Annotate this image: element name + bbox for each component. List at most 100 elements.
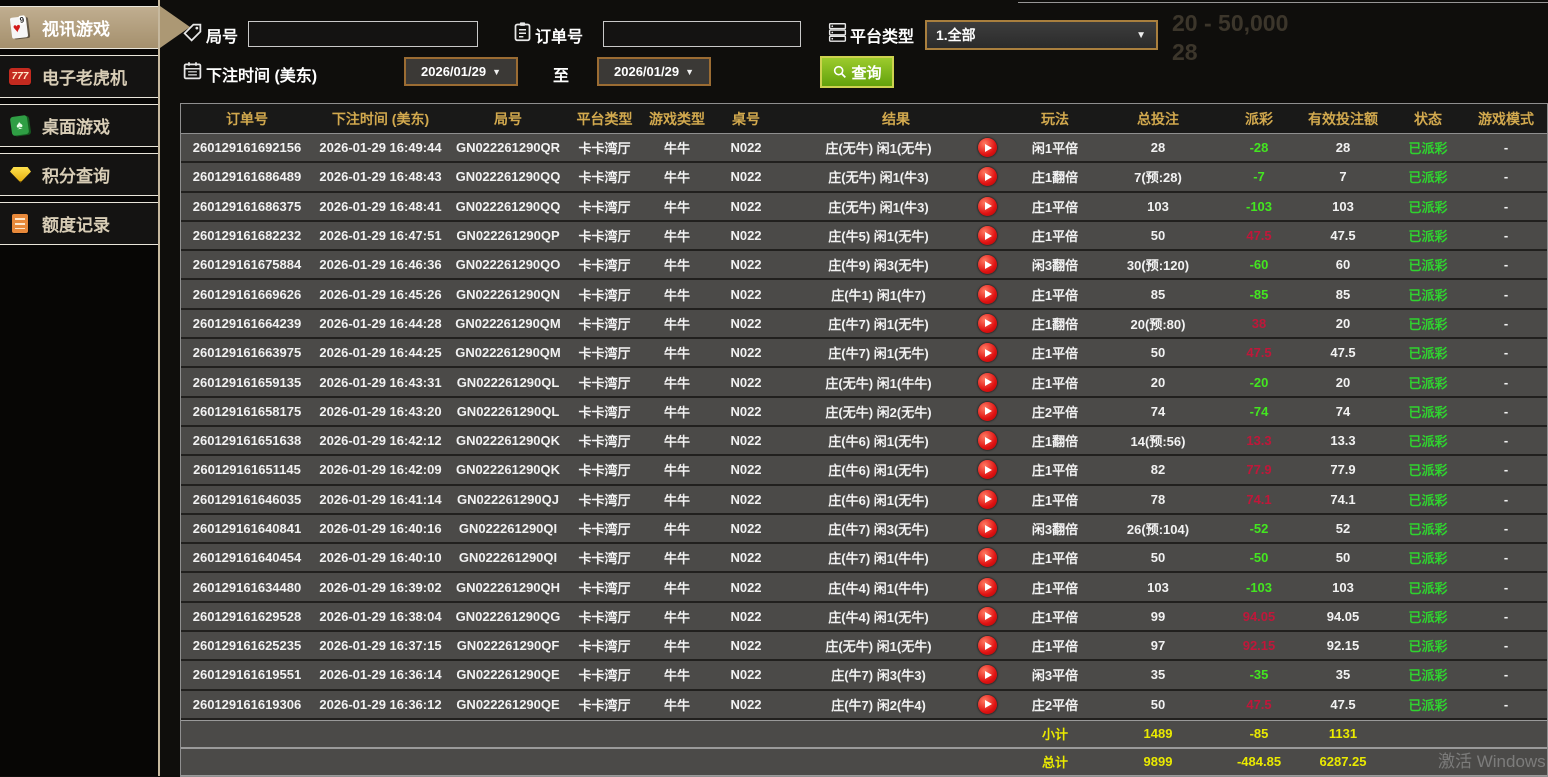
table-cell: 260129161686375	[192, 198, 302, 214]
play-video-button[interactable]	[978, 255, 997, 275]
column-header: 总投注	[1137, 110, 1179, 127]
play-video-button[interactable]	[978, 636, 997, 656]
play-video-button[interactable]	[978, 519, 997, 538]
table-cell: GN022261290QK	[455, 462, 561, 478]
play-video-button[interactable]	[978, 284, 997, 304]
table-cell: 6287.25	[1319, 754, 1367, 770]
play-video-button[interactable]	[978, 606, 997, 626]
table-cell: 已派彩	[1408, 141, 1448, 157]
column-header: 游戏模式	[1478, 110, 1534, 127]
play-video-button[interactable]	[978, 460, 997, 480]
sidebar-item-slot-machine[interactable]: 777 电子老虎机	[0, 55, 158, 98]
table-cell: 35	[1150, 667, 1166, 683]
table-cell: -	[1503, 667, 1509, 683]
table-cell: 26(预:104)	[1126, 522, 1190, 537]
search-button-label: 查询	[851, 64, 882, 82]
play-video-button[interactable]	[978, 577, 997, 597]
table-cell: 92.15	[1242, 638, 1276, 654]
table-cell: 47.5	[1330, 228, 1356, 244]
date-to-picker[interactable]: 2026/01/29	[597, 57, 711, 86]
sidebar-item-quota-records[interactable]: 额度记录	[0, 202, 158, 245]
date-range-to-label: 至	[553, 68, 570, 85]
result-text: 庄(牛1) 闲1(牛7)	[831, 287, 926, 303]
play-video-button[interactable]	[978, 694, 997, 714]
table-cell: 闲3翻倍	[1031, 522, 1079, 537]
table-cell: 52	[1335, 521, 1351, 536]
table-body: 260129161692156 2026-01-29 16:49:44 GN0222…	[181, 134, 1547, 776]
play-video-button[interactable]	[978, 431, 997, 451]
table-cell: -74	[1249, 403, 1269, 419]
play-video-button[interactable]	[978, 226, 997, 246]
table-cell: N022	[730, 374, 762, 390]
play-video-button[interactable]	[978, 489, 997, 509]
play-video-button[interactable]	[978, 372, 997, 392]
result-cell: 庄(牛7) 闲2(牛4)	[779, 694, 1013, 714]
result-cell: 庄(无牛) 闲1(牛3)	[779, 167, 1013, 187]
result-text: 庄(牛7) 闲1(无牛)	[828, 316, 929, 332]
play-video-button[interactable]	[978, 138, 997, 158]
table-cell: -	[1503, 433, 1509, 449]
table-cell: 50	[1150, 228, 1166, 244]
video-games-icon: ♥ 9	[7, 14, 34, 40]
play-video-button[interactable]	[978, 196, 997, 216]
table-row: 260129161646035 2026-01-29 16:41:14 GN0222…	[181, 485, 1547, 515]
table-cell: -	[1503, 638, 1509, 654]
slot-machine-icon: 777	[7, 65, 34, 89]
play-video-button[interactable]	[978, 313, 997, 333]
result-text: 庄(牛6) 闲1(无牛)	[828, 434, 929, 450]
table-cell: 260129161651638	[192, 433, 302, 449]
table-cell: 2026-01-29 16:38:04	[319, 608, 442, 624]
sidebar-item-video-games[interactable]: ♥ 9 视讯游戏	[0, 6, 190, 49]
result-cell: 庄(牛7) 闲1(牛牛)	[779, 548, 1013, 568]
column-header: 玩法	[1041, 110, 1069, 127]
search-button[interactable]: 查询	[820, 56, 894, 88]
column-header: 平台类型	[576, 110, 633, 127]
calendar-icon	[183, 62, 202, 80]
play-icon	[985, 612, 992, 621]
result-cell: 庄(牛6) 闲1(无牛)	[779, 460, 1013, 480]
table-cell: GN022261290QE	[456, 667, 560, 683]
platform-type-dropdown[interactable]: 1.全部	[925, 20, 1158, 50]
table-cell: 卡卡湾厅	[578, 229, 631, 245]
date-from-picker[interactable]: 2026/01/29	[404, 57, 518, 86]
table-cell: 9899	[1143, 754, 1173, 770]
table-cell: 已派彩	[1408, 434, 1448, 450]
sidebar-menu: ♥ 9 视讯游戏 777 电子老虎机 ♠ 桌面游戏积分查询额度记录	[0, 0, 190, 776]
table-cell: 50	[1150, 550, 1166, 566]
table-row: 260129161659135 2026-01-29 16:43:31 GN0222…	[181, 368, 1547, 398]
table-cell: 2026-01-29 16:36:12	[319, 696, 442, 712]
table-cell: 卡卡湾厅	[578, 141, 631, 157]
round-number-label: 局号	[206, 29, 239, 46]
table-cell: 2026-01-29 16:43:20	[319, 403, 442, 419]
round-number-input[interactable]	[248, 21, 478, 47]
table-cell: 38	[1251, 315, 1267, 331]
play-icon	[985, 553, 992, 562]
table-cell: -	[1503, 257, 1509, 273]
result-cell: 庄(牛7) 闲1(无牛)	[779, 313, 1013, 333]
play-icon	[985, 260, 992, 269]
result-cell: 庄(牛7) 闲3(牛3)	[779, 665, 1013, 685]
sidebar-item-table-games[interactable]: ♠ 桌面游戏	[0, 104, 158, 147]
table-cell: GN022261290QJ	[457, 491, 559, 507]
table-cell: 已派彩	[1408, 522, 1448, 537]
play-video-button[interactable]	[978, 401, 997, 421]
table-cell: 2026-01-29 16:44:25	[319, 345, 442, 361]
search-icon	[834, 65, 847, 78]
tag-icon	[183, 23, 202, 42]
table-cell: 已派彩	[1408, 316, 1448, 332]
play-video-button[interactable]	[978, 548, 997, 568]
play-video-button[interactable]	[978, 167, 997, 187]
result-cell: 庄(牛7) 闲1(无牛)	[779, 343, 1013, 363]
table-cell: 2026-01-29 16:42:12	[319, 433, 442, 449]
clipboard-icon	[514, 22, 531, 42]
play-video-button[interactable]	[978, 343, 997, 363]
column-header: 订单号	[226, 110, 268, 127]
table-cell: 2026-01-29 16:42:09	[319, 462, 442, 478]
table-cell: 260129161619551	[192, 667, 302, 683]
table-cell: 50	[1150, 345, 1166, 361]
table-cell: 牛牛	[663, 346, 690, 362]
order-number-input[interactable]	[603, 21, 801, 47]
play-video-button[interactable]	[978, 665, 997, 685]
table-cell: 已派彩	[1408, 639, 1448, 655]
sidebar-item-points-query[interactable]: 积分查询	[0, 153, 158, 196]
